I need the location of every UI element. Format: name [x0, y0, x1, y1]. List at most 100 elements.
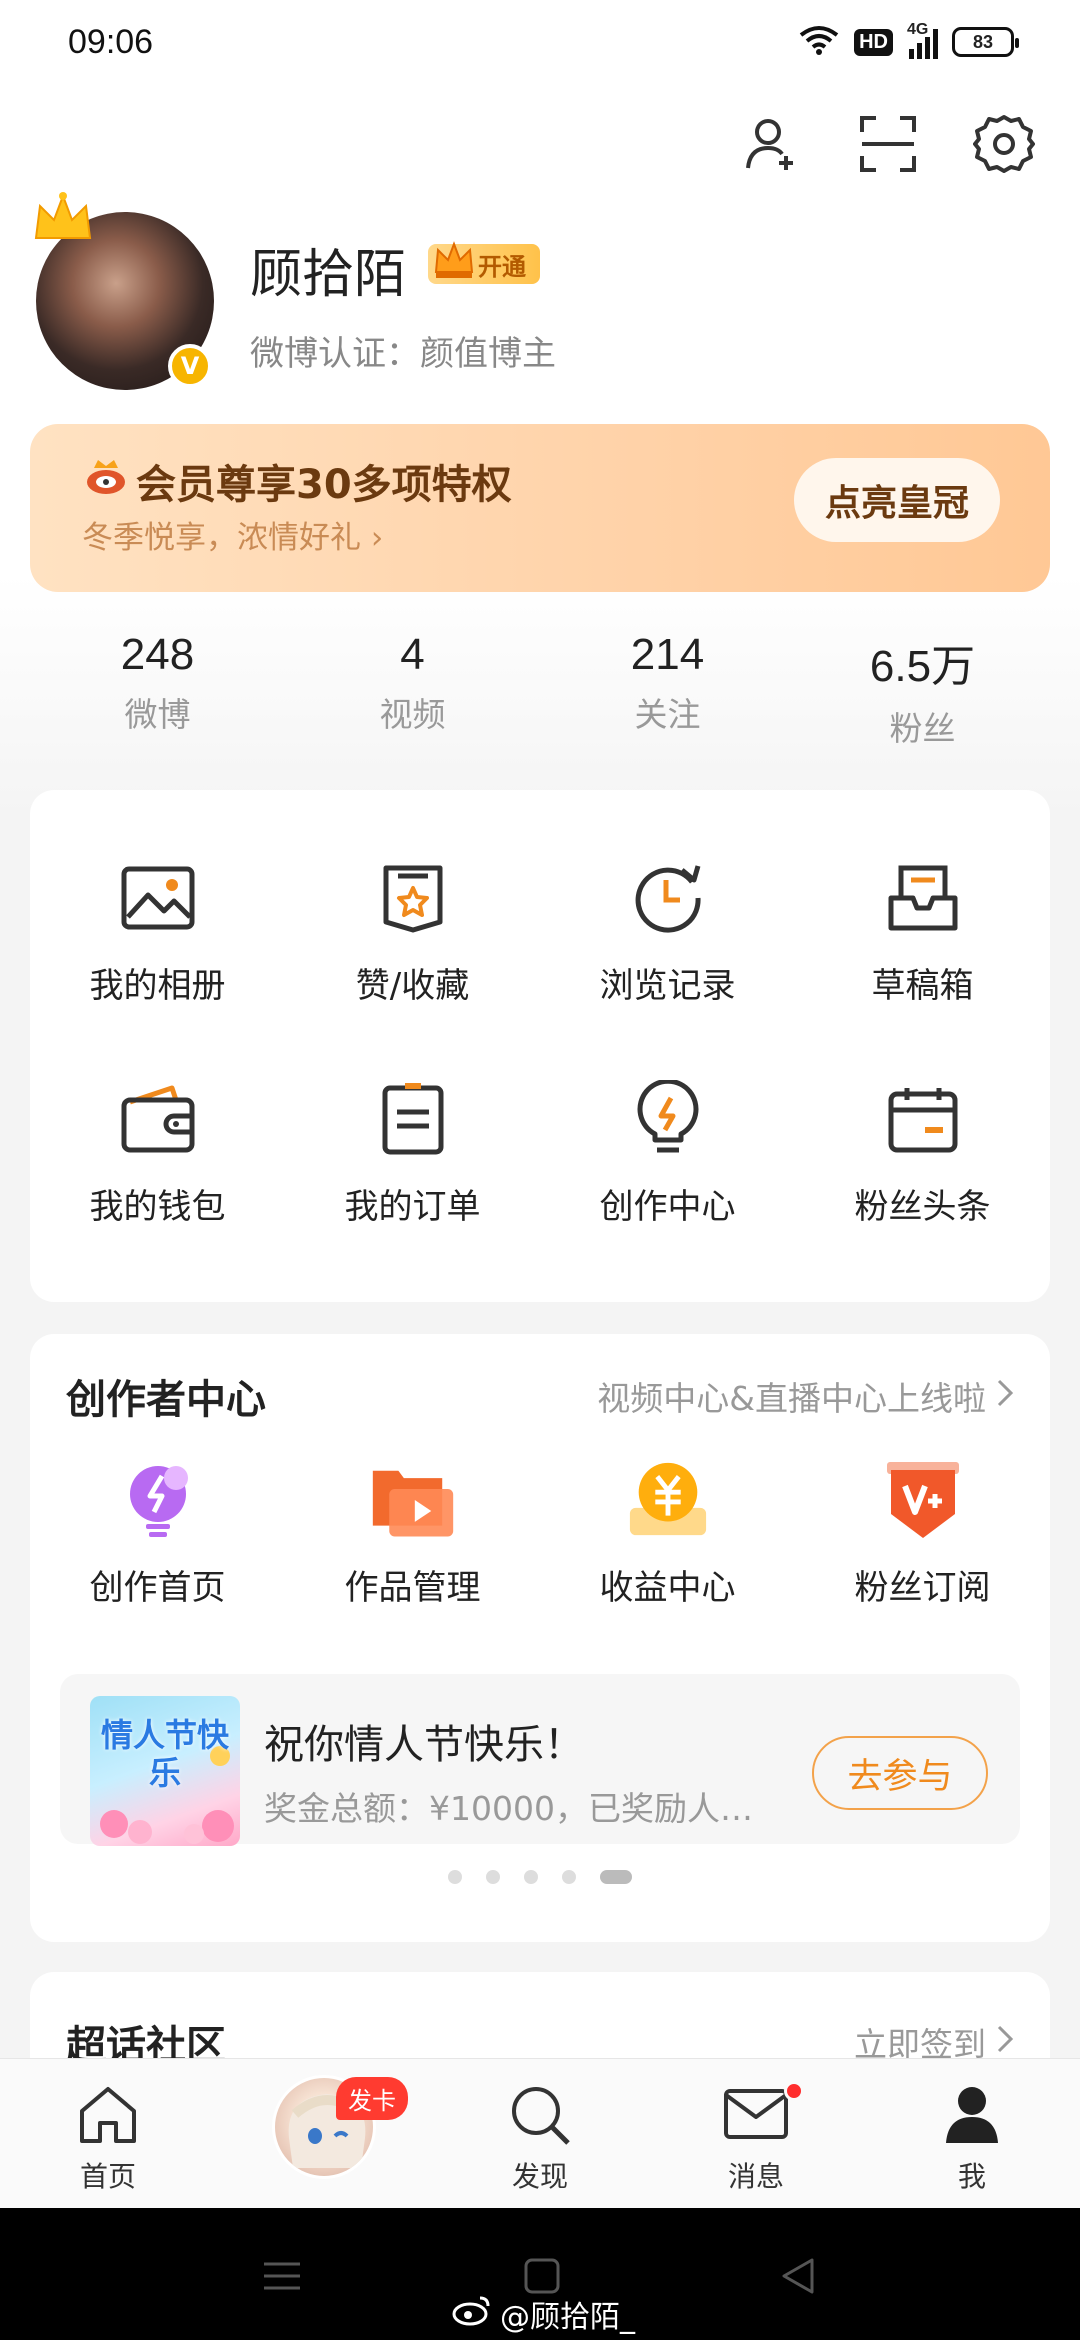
promo-subtitle: 奖金总额：¥10000，已奖励人… — [264, 1789, 753, 1828]
creator-center-title: 创作者中心 — [66, 1377, 266, 1423]
watermark: @顾拾陌_ — [452, 2292, 635, 2336]
works-manage-icon — [371, 1458, 455, 1542]
status-icons: HD 4G 83 — [798, 21, 1019, 60]
stat-value: 214 — [630, 630, 705, 679]
nav-label: 首页 — [79, 2160, 136, 2193]
promo-banner[interactable]: 情人节快乐 祝你情人节快乐！ 奖金总额：¥10000，已奖励人… 去参与 — [60, 1674, 1020, 1846]
tools-card: 我的相册 赞/收藏 浏览记录 草稿箱 我的钱包 我的订单 创作中心 粉丝头条 — [30, 790, 1050, 1302]
creator-center-link[interactable]: 视频中心&直播中心上线啦 — [597, 1372, 1014, 1420]
tool-label: 创作中心 — [599, 1187, 736, 1227]
nav-label: 消息 — [727, 2160, 784, 2193]
creator-home[interactable]: 创作首页 — [30, 1458, 285, 1609]
fan-headline-icon — [881, 1077, 965, 1161]
stat-value: 248 — [120, 630, 195, 679]
status-bar: 09:06 HD 4G 83 — [0, 0, 1080, 84]
nav-publish[interactable]: 发卡 — [216, 2059, 432, 2208]
stat-followers[interactable]: 6.5万 粉丝 — [795, 630, 1050, 750]
wallet-icon — [116, 1077, 200, 1161]
creator-center-card: 创作者中心 视频中心&直播中心上线啦 创作首页 作品管理 收益中心 粉丝订阅 情… — [30, 1334, 1050, 1942]
carousel-dot[interactable] — [448, 1870, 462, 1884]
hd-badge: HD — [854, 28, 893, 56]
creation-icon — [626, 1077, 710, 1161]
back-icon[interactable] — [778, 2256, 818, 2300]
creator-center-header[interactable]: 创作者中心 视频中心&直播中心上线啦 — [30, 1334, 1050, 1458]
profile-avatar-wrap[interactable]: V — [34, 192, 214, 390]
earnings-icon — [626, 1458, 710, 1542]
stat-value: 4 — [400, 630, 425, 679]
tool-history[interactable]: 浏览记录 — [540, 856, 795, 1007]
photo-album-icon — [116, 856, 200, 940]
settings-icon[interactable] — [968, 108, 1040, 180]
tool-photo-album[interactable]: 我的相册 — [30, 856, 285, 1007]
tool-label: 赞/收藏 — [355, 966, 470, 1006]
stat-videos[interactable]: 4 视频 — [285, 630, 540, 750]
light-crown-button[interactable]: 点亮皇冠 — [794, 458, 1000, 542]
carousel-indicator — [30, 1870, 1050, 1884]
stat-following[interactable]: 214 关注 — [540, 630, 795, 750]
weibo-logo-icon — [452, 2294, 492, 2334]
creator-fan-subscribe[interactable]: 粉丝订阅 — [795, 1458, 1050, 1609]
bottom-nav: 首页 发卡 发现 消息 我 — [0, 2058, 1080, 2208]
unread-dot — [784, 2081, 804, 2101]
carousel-dot-active[interactable] — [600, 1870, 632, 1884]
stat-weibo[interactable]: 248 微博 — [30, 630, 285, 750]
creator-works-manage[interactable]: 作品管理 — [285, 1458, 540, 1609]
verification-text: 微博认证：颜值博主 — [250, 334, 556, 374]
tool-label: 草稿箱 — [871, 966, 974, 1006]
creator-item-label: 作品管理 — [344, 1568, 481, 1608]
carousel-dot[interactable] — [524, 1870, 538, 1884]
weibo-vip-icon — [84, 456, 128, 506]
top-actions — [736, 108, 1040, 180]
tool-creation[interactable]: 创作中心 — [540, 1077, 795, 1228]
nav-home[interactable]: 首页 — [0, 2059, 216, 2208]
vip-banner[interactable]: 会员尊享30多项特权 冬季悦享，浓情好礼 › 点亮皇冠 — [30, 424, 1050, 592]
tool-fan-headline[interactable]: 粉丝头条 — [795, 1077, 1050, 1228]
vip-banner-subtitle-text: 冬季悦享，浓情好礼 — [82, 520, 361, 556]
vip-banner-title: 会员尊享30多项特权 — [84, 452, 512, 510]
creator-item-label: 收益中心 — [599, 1568, 736, 1608]
valentine-promo-image: 情人节快乐 — [90, 1696, 240, 1846]
tool-drafts[interactable]: 草稿箱 — [795, 856, 1050, 1007]
stat-value: 6.5万 — [869, 642, 976, 691]
battery-icon: 83 — [952, 27, 1019, 57]
wifi-icon — [798, 24, 840, 60]
menu-icon[interactable] — [262, 2256, 302, 2300]
username: 顾拾陌 — [250, 245, 407, 305]
signal-icon: 4G — [907, 21, 938, 59]
favorites-icon — [371, 856, 455, 940]
nav-discover[interactable]: 发现 — [432, 2059, 648, 2208]
discover-icon — [508, 2083, 572, 2149]
tool-orders[interactable]: 我的订单 — [285, 1077, 540, 1228]
chevron-right-icon — [996, 1377, 1014, 1416]
nav-label: 发现 — [511, 2160, 568, 2193]
nav-messages[interactable]: 消息 — [648, 2059, 864, 2208]
publish-badge: 发卡 — [336, 2077, 408, 2120]
scan-icon[interactable] — [852, 108, 924, 180]
promo-image-text: 情人节快乐 — [100, 1716, 229, 1792]
tool-wallet[interactable]: 我的钱包 — [30, 1077, 285, 1228]
drafts-icon — [881, 856, 965, 940]
carousel-dot[interactable] — [562, 1870, 576, 1884]
status-time: 09:06 — [68, 22, 154, 61]
message-icon — [722, 2083, 790, 2149]
creator-earnings[interactable]: 收益中心 — [540, 1458, 795, 1609]
tool-label: 我的订单 — [344, 1187, 481, 1227]
creator-center-link-text: 视频中心&直播中心上线啦 — [597, 1379, 986, 1418]
stat-label: 粉丝 — [889, 709, 956, 748]
tool-favorites[interactable]: 赞/收藏 — [285, 856, 540, 1007]
vip-open-badge[interactable]: 开通 — [428, 241, 540, 284]
network-type: 4G — [907, 21, 929, 38]
profile-stats: 248 微博 4 视频 214 关注 6.5万 粉丝 — [30, 630, 1050, 750]
verified-v-icon: V — [168, 344, 212, 388]
tool-label: 我的钱包 — [89, 1187, 226, 1227]
vip-crown-icon — [432, 238, 476, 288]
carousel-dot[interactable] — [486, 1870, 500, 1884]
tool-label: 浏览记录 — [599, 966, 736, 1006]
nav-me[interactable]: 我 — [864, 2059, 1080, 2208]
fan-subscribe-icon — [881, 1458, 965, 1542]
join-button[interactable]: 去参与 — [812, 1736, 988, 1810]
add-user-icon[interactable] — [736, 108, 808, 180]
stat-label: 视频 — [379, 695, 446, 734]
nav-label: 我 — [957, 2160, 986, 2193]
promo-title: 祝你情人节快乐！ — [264, 1722, 584, 1768]
